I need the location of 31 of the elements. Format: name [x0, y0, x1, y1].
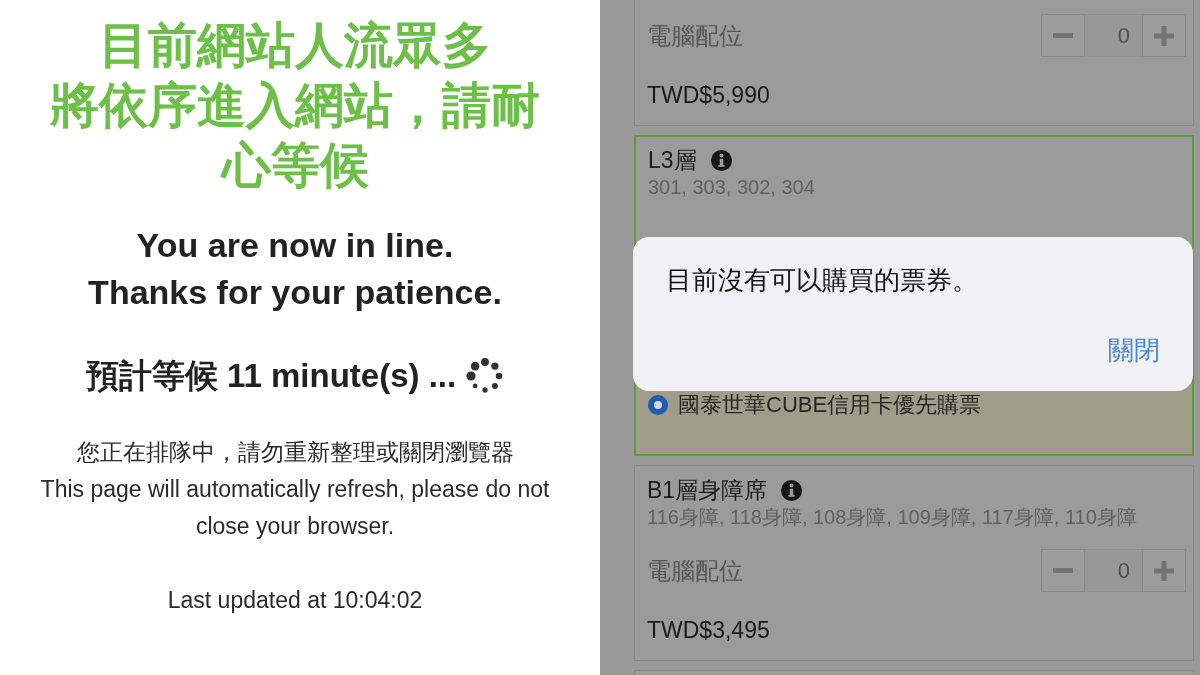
seat-type-label: 電腦配位 [647, 20, 743, 51]
section-title: L3層 [648, 147, 697, 173]
section-areas: 116身障, 118身障, 108身障, 109身障, 117身障, 110身障 [647, 503, 1186, 531]
quantity-field[interactable]: 0 [1085, 549, 1142, 592]
section-areas: 301, 303, 302, 304 [648, 173, 1185, 201]
price-text: TWD$3,495 [647, 616, 771, 645]
plus-button[interactable] [1142, 549, 1186, 592]
price-text: TWD$5,990 [647, 81, 771, 110]
radio-button-icon[interactable] [648, 395, 668, 415]
alert-message: 目前沒有可以購買的票券。 [665, 265, 979, 295]
option-label[interactable]: 國泰世華CUBE信用卡優先購票 [678, 393, 982, 417]
quantity-field[interactable]: 0 [1085, 14, 1142, 57]
wait-estimate: 預計等候 11 minute(s) ... [85, 356, 457, 396]
seat-type-label: 電腦配位 [647, 555, 743, 586]
queue-status: You are now in line. Thanks for your patience. [88, 225, 502, 313]
close-button[interactable]: 關閉 [1108, 332, 1160, 368]
section-title: B1層身障席 [647, 477, 768, 503]
info-icon[interactable] [710, 149, 732, 171]
minus-icon [1053, 33, 1073, 38]
plus-icon [1154, 560, 1174, 581]
last-updated-text: Last updated at 10:04:02 [167, 586, 423, 615]
queue-notice-zh: 您正在排隊中，請勿重新整理或關閉瀏覽器 [76, 438, 514, 467]
info-icon[interactable] [781, 479, 803, 501]
loading-spinner-icon [466, 357, 505, 395]
plus-button[interactable] [1142, 14, 1186, 57]
queue-notice-en: This page will automatically refresh, please do not close your browser. [39, 475, 551, 541]
minus-button[interactable] [1041, 549, 1085, 592]
minus-icon [1053, 568, 1073, 573]
minus-button[interactable] [1041, 14, 1085, 57]
headline: 目前網站人流眾多 將依序進入網站，請耐心等候 [49, 17, 541, 194]
plus-icon [1154, 25, 1174, 46]
